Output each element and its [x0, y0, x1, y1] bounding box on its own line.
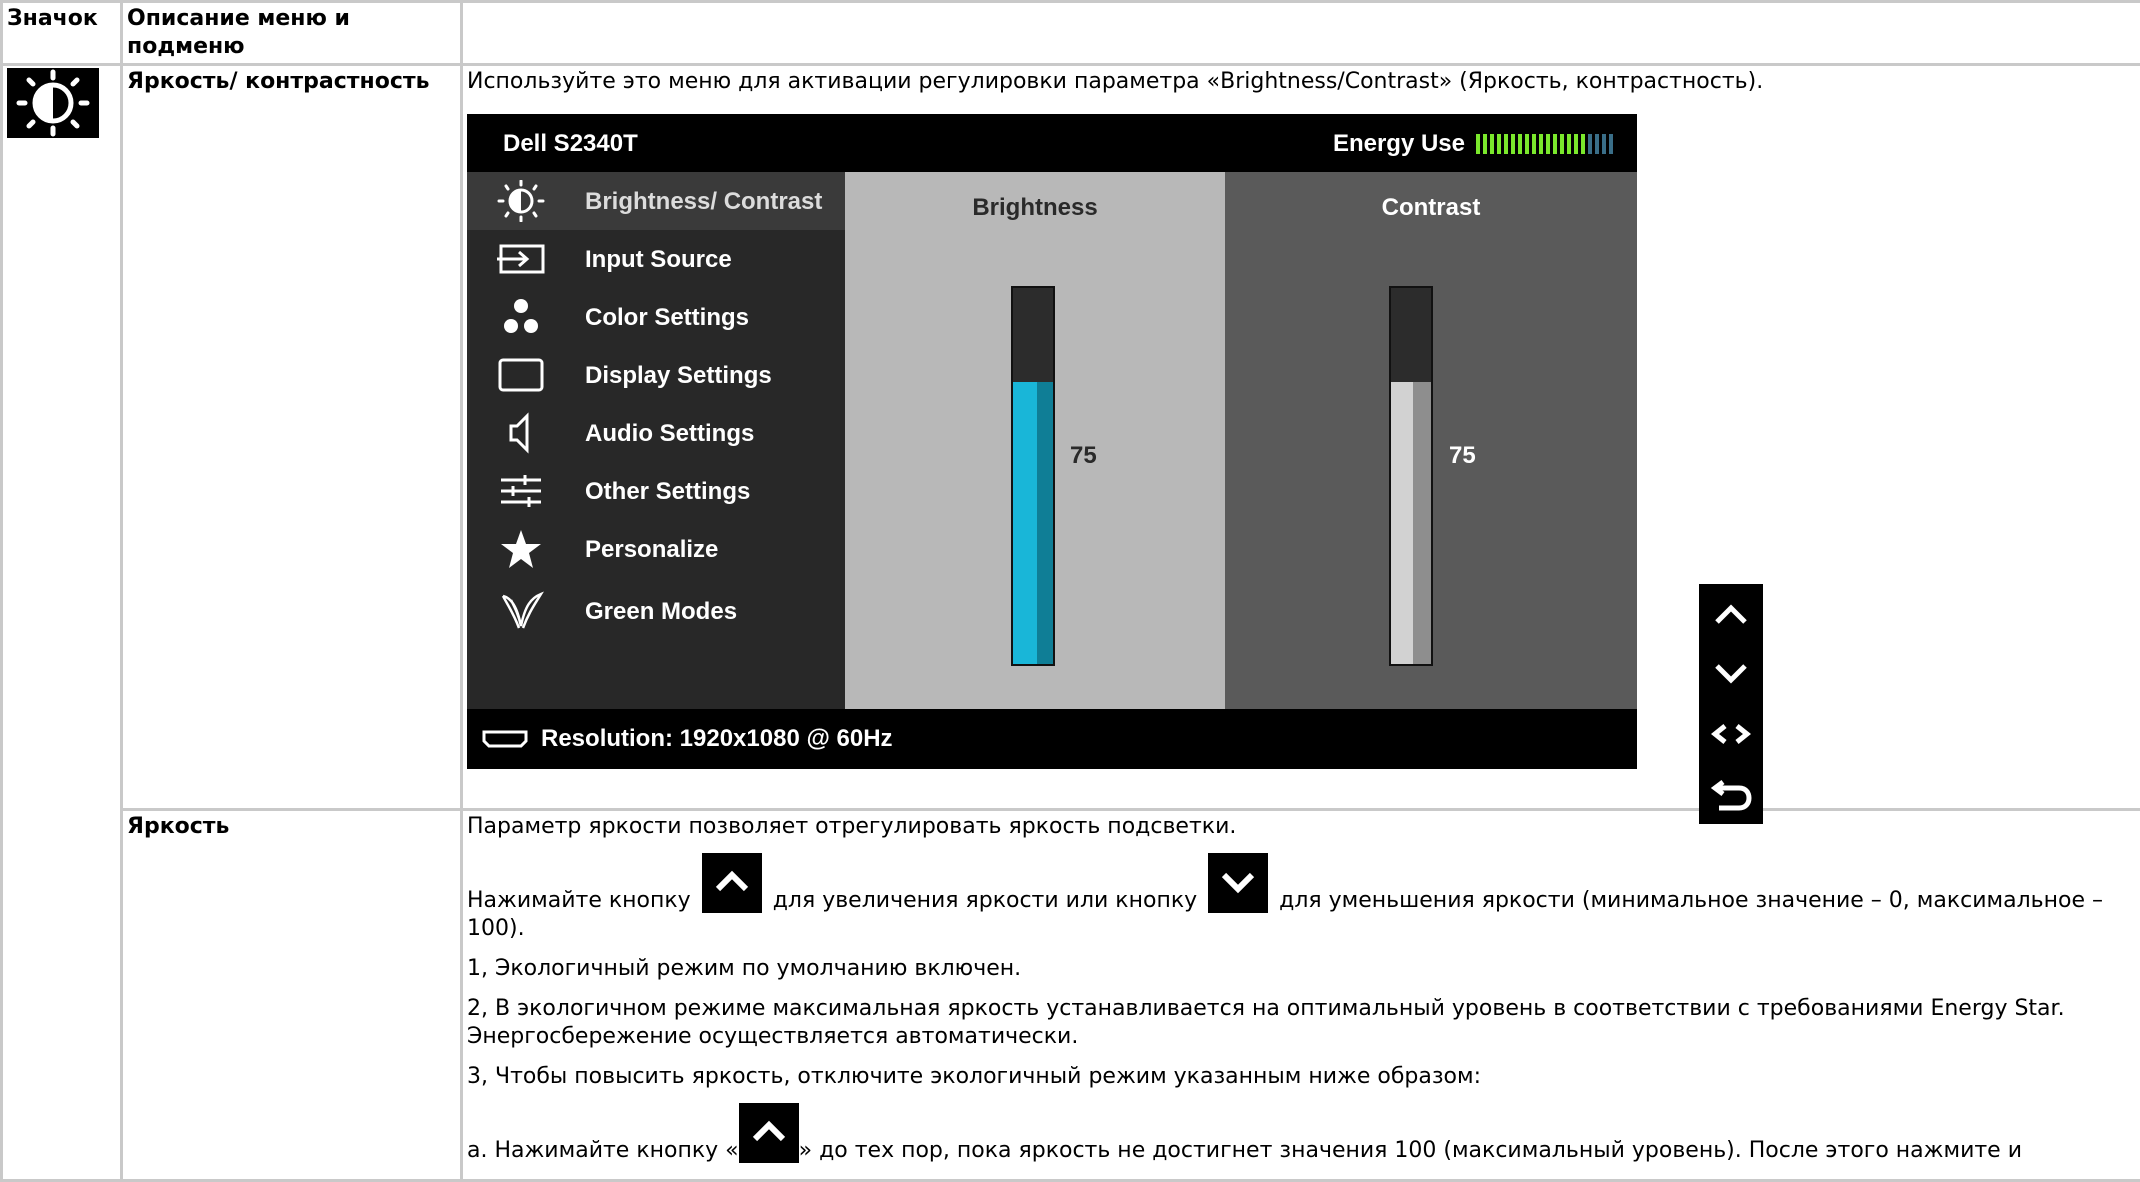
energy-bar [1490, 134, 1494, 154]
brightness-icon [495, 180, 547, 222]
energy-bar [1567, 134, 1571, 154]
paragraph: 2, В экологичном режиме максимальная ярк… [467, 995, 2136, 1051]
osd-header: Dell S2340T Energy Use [467, 114, 1637, 172]
text: » до тех пор, пока яркость не достигнет … [799, 1138, 2022, 1163]
down-button-icon [1208, 853, 1268, 913]
menu-item-label: Green Modes [585, 598, 737, 626]
menu-item-label: Color Settings [585, 304, 749, 332]
text: a. Нажимайте кнопку « [467, 1138, 739, 1163]
paragraph: 1, Экологичный режим по умолчанию включе… [467, 955, 2136, 983]
energy-use: Energy Use [1333, 130, 1613, 158]
menu-item-color-settings[interactable]: Color Settings [467, 288, 845, 346]
brightness-title: Brightness [845, 194, 1225, 222]
brightness-slider[interactable] [1011, 286, 1055, 666]
header-description: Описание меню и подменю [122, 2, 462, 65]
icon-cell [2, 65, 122, 1181]
menu-description-table: Значок Описание меню и подменю [0, 0, 2140, 1182]
contrast-value: 75 [1449, 442, 1476, 470]
osd-wrapper: Dell S2340T Energy Use [467, 114, 2136, 806]
menu-item-label: Audio Settings [585, 420, 754, 448]
menu-item-label: Personalize [585, 536, 718, 564]
energy-meter [1473, 134, 1613, 154]
brightness-row: Яркость Параметр яркости позволяет отрег… [2, 810, 2140, 1181]
brightness-contrast-row: Яркость/ контрастность Используйте это м… [2, 65, 2140, 810]
osd-menu: Brightness/ Contrast Input Source [467, 172, 845, 709]
energy-bar [1518, 134, 1522, 154]
resolution-text: Resolution: 1920x1080 @ 60Hz [541, 725, 893, 753]
up-arrow-icon[interactable] [1699, 584, 1763, 644]
left-right-icon[interactable] [1699, 704, 1763, 764]
paragraph: 3, Чтобы повысить яркость, отключите эко… [467, 1063, 2136, 1091]
speaker-icon [495, 412, 547, 454]
energy-bar [1560, 134, 1564, 154]
energy-bar [1553, 134, 1557, 154]
brightness-value: 75 [1070, 442, 1097, 470]
star-icon [495, 528, 547, 570]
menu-item-audio-settings[interactable]: Audio Settings [467, 404, 845, 462]
osd-button-bar [1699, 584, 1763, 824]
slider-fill [1013, 382, 1053, 664]
energy-bar [1609, 134, 1613, 154]
text: для увеличения яркости или кнопку [773, 888, 1197, 913]
sliders-icon [495, 470, 547, 512]
header-empty [462, 2, 2140, 65]
display-settings-icon [495, 354, 547, 396]
energy-bar [1581, 134, 1585, 154]
down-arrow-icon[interactable] [1699, 644, 1763, 704]
menu-item-green-modes[interactable]: Green Modes [467, 582, 845, 640]
paragraph-buttons: Нажимайте кнопку для увеличения яркости … [467, 853, 2136, 943]
energy-bar [1595, 134, 1599, 154]
energy-label: Energy Use [1333, 130, 1465, 158]
menu-item-input-source[interactable]: Input Source [467, 230, 845, 288]
menu-item-label: Other Settings [585, 478, 750, 506]
brightness-panel: Brightness 75 [845, 172, 1225, 709]
energy-bar [1574, 134, 1578, 154]
menu-item-other-settings[interactable]: Other Settings [467, 462, 845, 520]
brightness-icon [7, 68, 99, 138]
menu-title: Яркость/ контрастность [122, 65, 462, 810]
menu-item-label: Input Source [585, 246, 732, 274]
menu-intro: Используйте это меню для активации регул… [467, 68, 2136, 96]
energy-bar [1602, 134, 1606, 154]
header-icon: Значок [2, 2, 122, 65]
contrast-title: Contrast [1225, 194, 1637, 222]
menu-content: Используйте это меню для активации регул… [462, 65, 2140, 810]
energy-bar [1539, 134, 1543, 154]
menu-item-display-settings[interactable]: Display Settings [467, 346, 845, 404]
brightness-menu-title: Яркость [122, 810, 462, 1181]
menu-item-label: Display Settings [585, 362, 772, 390]
energy-bar [1511, 134, 1515, 154]
osd-footer: Resolution: 1920x1080 @ 60Hz [467, 709, 1637, 769]
menu-item-label: Brightness/ Contrast [585, 188, 822, 216]
osd-model: Dell S2340T [503, 130, 638, 158]
slider-empty [1013, 288, 1053, 382]
menu-item-personalize[interactable]: Personalize [467, 520, 845, 578]
color-settings-icon [495, 296, 547, 338]
energy-bar [1483, 134, 1487, 154]
paragraph: Параметр яркости позволяет отрегулироват… [467, 813, 2136, 841]
energy-bar [1546, 134, 1550, 154]
hdmi-icon [481, 729, 529, 749]
energy-bar [1525, 134, 1529, 154]
osd-screen: Dell S2340T Energy Use [467, 114, 1637, 769]
contrast-slider[interactable] [1389, 286, 1433, 666]
brightness-menu-content: Параметр яркости позволяет отрегулироват… [462, 810, 2140, 1181]
up-button-icon [702, 853, 762, 913]
text: Нажимайте кнопку [467, 888, 691, 913]
back-icon[interactable] [1699, 764, 1763, 824]
energy-bar [1476, 134, 1480, 154]
paragraph-step-a: a. Нажимайте кнопку « » до тех пор, пока … [467, 1103, 2136, 1165]
slider-fill [1391, 382, 1431, 664]
slider-empty [1391, 288, 1431, 382]
energy-bar [1497, 134, 1501, 154]
contrast-panel: Contrast 75 [1225, 172, 1637, 709]
energy-bar [1588, 134, 1592, 154]
menu-item-brightness-contrast[interactable]: Brightness/ Contrast [467, 172, 845, 230]
up-button-icon [739, 1103, 799, 1163]
header-row: Значок Описание меню и подменю [2, 2, 2140, 65]
green-modes-icon [495, 590, 547, 632]
input-source-icon [495, 238, 547, 280]
energy-bar [1532, 134, 1536, 154]
energy-bar [1504, 134, 1508, 154]
